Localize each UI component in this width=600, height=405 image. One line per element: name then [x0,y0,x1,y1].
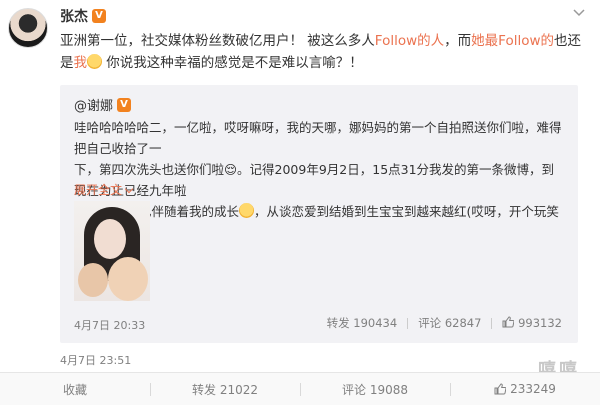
verified-badge-icon: V [117,97,132,112]
quoted-repost[interactable]: 转发 190434 [327,315,398,331]
quoted-comment[interactable]: 评论 62847 [418,315,481,331]
post-date[interactable]: 4月7日 23:51 [60,352,131,368]
follow-link[interactable]: Follow的人 [375,33,444,49]
quoted-post[interactable]: @谢娜 V 哇哈哈哈哈哈二，一亿啦，哎呀嘛呀，我的天哪，娜妈妈的第一个自拍照送你… [60,85,578,343]
quoted-author[interactable]: @谢娜 V [74,95,132,114]
thumbs-up-icon [502,316,515,328]
expand-full-text-link[interactable]: 展开全文 [74,181,132,198]
author-name[interactable]: 张杰 [60,6,88,26]
chevron-down-icon[interactable] [572,6,586,20]
smile-emoji-icon [239,203,255,218]
comment-button[interactable]: 评论 19088 [300,373,450,405]
smile-emoji-icon [87,54,102,69]
verified-badge-icon: V [92,9,106,23]
quoted-photo[interactable] [74,201,150,301]
repost-button[interactable]: 转发 21022 [150,373,300,405]
favorite-button[interactable]: 收藏 [0,373,150,405]
thumbs-up-icon [494,383,507,395]
post-text: 亚洲第一位，社交媒体粉丝数破亿用户！ 被这么多人Follow的人，而她最Foll… [60,33,582,71]
quoted-date[interactable]: 4月7日 20:33 [74,317,145,333]
like-button[interactable]: 233249 [450,373,600,405]
quoted-like[interactable]: 993132 [502,316,562,330]
action-bar: 收藏 转发 21022 评论 19088 233249 [0,372,600,405]
avatar[interactable] [8,8,48,48]
follow-link-2[interactable]: 她最Follow的 [471,33,554,49]
quoted-stats: 转发 190434 评论 62847 993132 [327,315,562,331]
post-author[interactable]: 张杰 V [60,6,106,26]
